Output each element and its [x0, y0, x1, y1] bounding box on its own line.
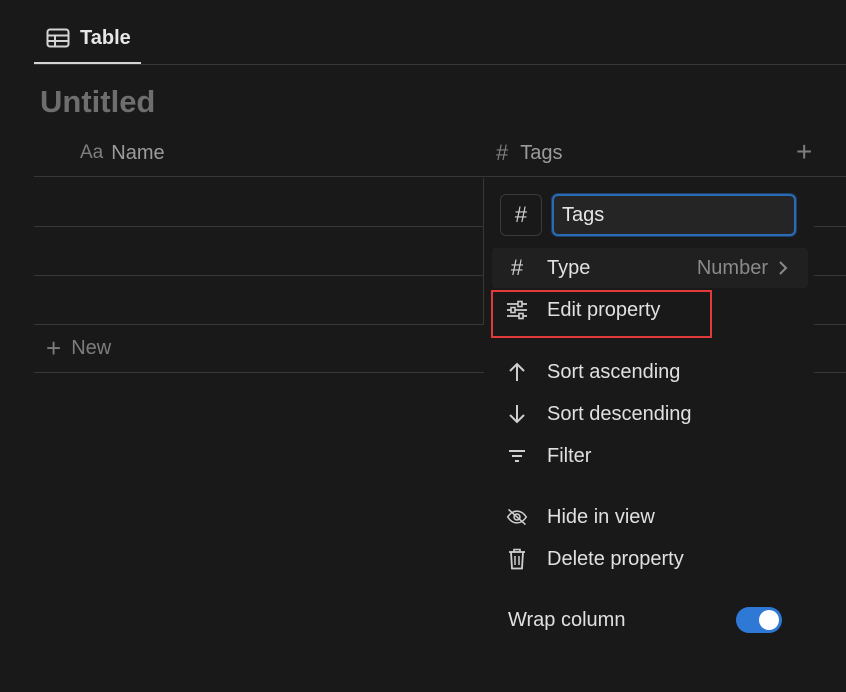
- wrap-column-label: Wrap column: [508, 608, 626, 631]
- view-tab-table[interactable]: Table: [34, 14, 141, 64]
- hash-icon: #: [510, 255, 524, 280]
- menu-item-label: Delete property: [547, 547, 684, 570]
- text-type-icon: Aa: [80, 142, 104, 163]
- arrow-down-icon: [506, 403, 528, 425]
- table-header-row: Aa Name # Tags +: [34, 132, 846, 177]
- property-menu: # # Type Number: [484, 178, 814, 664]
- filter-icon: [506, 445, 528, 467]
- menu-item-filter[interactable]: Filter: [492, 436, 808, 476]
- menu-item-label: Sort descending: [547, 402, 692, 425]
- chevron-right-icon: [778, 261, 788, 275]
- wrap-column-toggle[interactable]: [736, 607, 782, 633]
- new-row-label: New: [71, 337, 112, 359]
- type-value: Number: [697, 257, 788, 280]
- add-column-button[interactable]: +: [796, 138, 812, 166]
- type-value-label: Number: [696, 256, 768, 279]
- menu-item-type[interactable]: # Type Number: [492, 248, 808, 288]
- page: Table Untitled Aa Name # Tags + + New # …: [0, 0, 846, 692]
- property-name-input[interactable]: [552, 194, 796, 236]
- menu-item-hide-in-view[interactable]: Hide in view: [492, 497, 808, 537]
- view-tab-label: Table: [80, 26, 131, 49]
- table-icon: [46, 28, 70, 48]
- highlight-annotation: [491, 290, 712, 338]
- trash-icon: [506, 548, 528, 570]
- arrow-up-icon: [506, 361, 528, 383]
- page-title[interactable]: Untitled: [40, 84, 155, 120]
- column-header-tags[interactable]: # Tags: [496, 140, 563, 166]
- property-name-row: #: [500, 194, 800, 240]
- hash-icon: #: [496, 140, 509, 165]
- wrap-column-row[interactable]: Wrap column: [492, 600, 808, 640]
- property-type-button[interactable]: #: [500, 194, 542, 236]
- menu-item-label: Type: [547, 256, 591, 279]
- menu-item-sort-descending[interactable]: Sort descending: [492, 394, 808, 434]
- plus-icon: +: [46, 333, 62, 363]
- column-header-name[interactable]: Aa Name: [80, 140, 165, 166]
- eye-off-icon: [506, 506, 528, 528]
- tabbar-divider: [34, 64, 846, 65]
- menu-item-label: Sort ascending: [547, 360, 681, 383]
- column-header-label: Name: [111, 141, 165, 164]
- menu-item-label: Hide in view: [547, 505, 655, 528]
- menu-item-label: Filter: [547, 444, 592, 467]
- menu-item-delete-property[interactable]: Delete property: [492, 539, 808, 579]
- toggle-knob: [759, 610, 779, 630]
- menu-item-sort-ascending[interactable]: Sort ascending: [492, 352, 808, 392]
- column-header-label: Tags: [520, 141, 563, 164]
- hash-icon: #: [514, 202, 528, 227]
